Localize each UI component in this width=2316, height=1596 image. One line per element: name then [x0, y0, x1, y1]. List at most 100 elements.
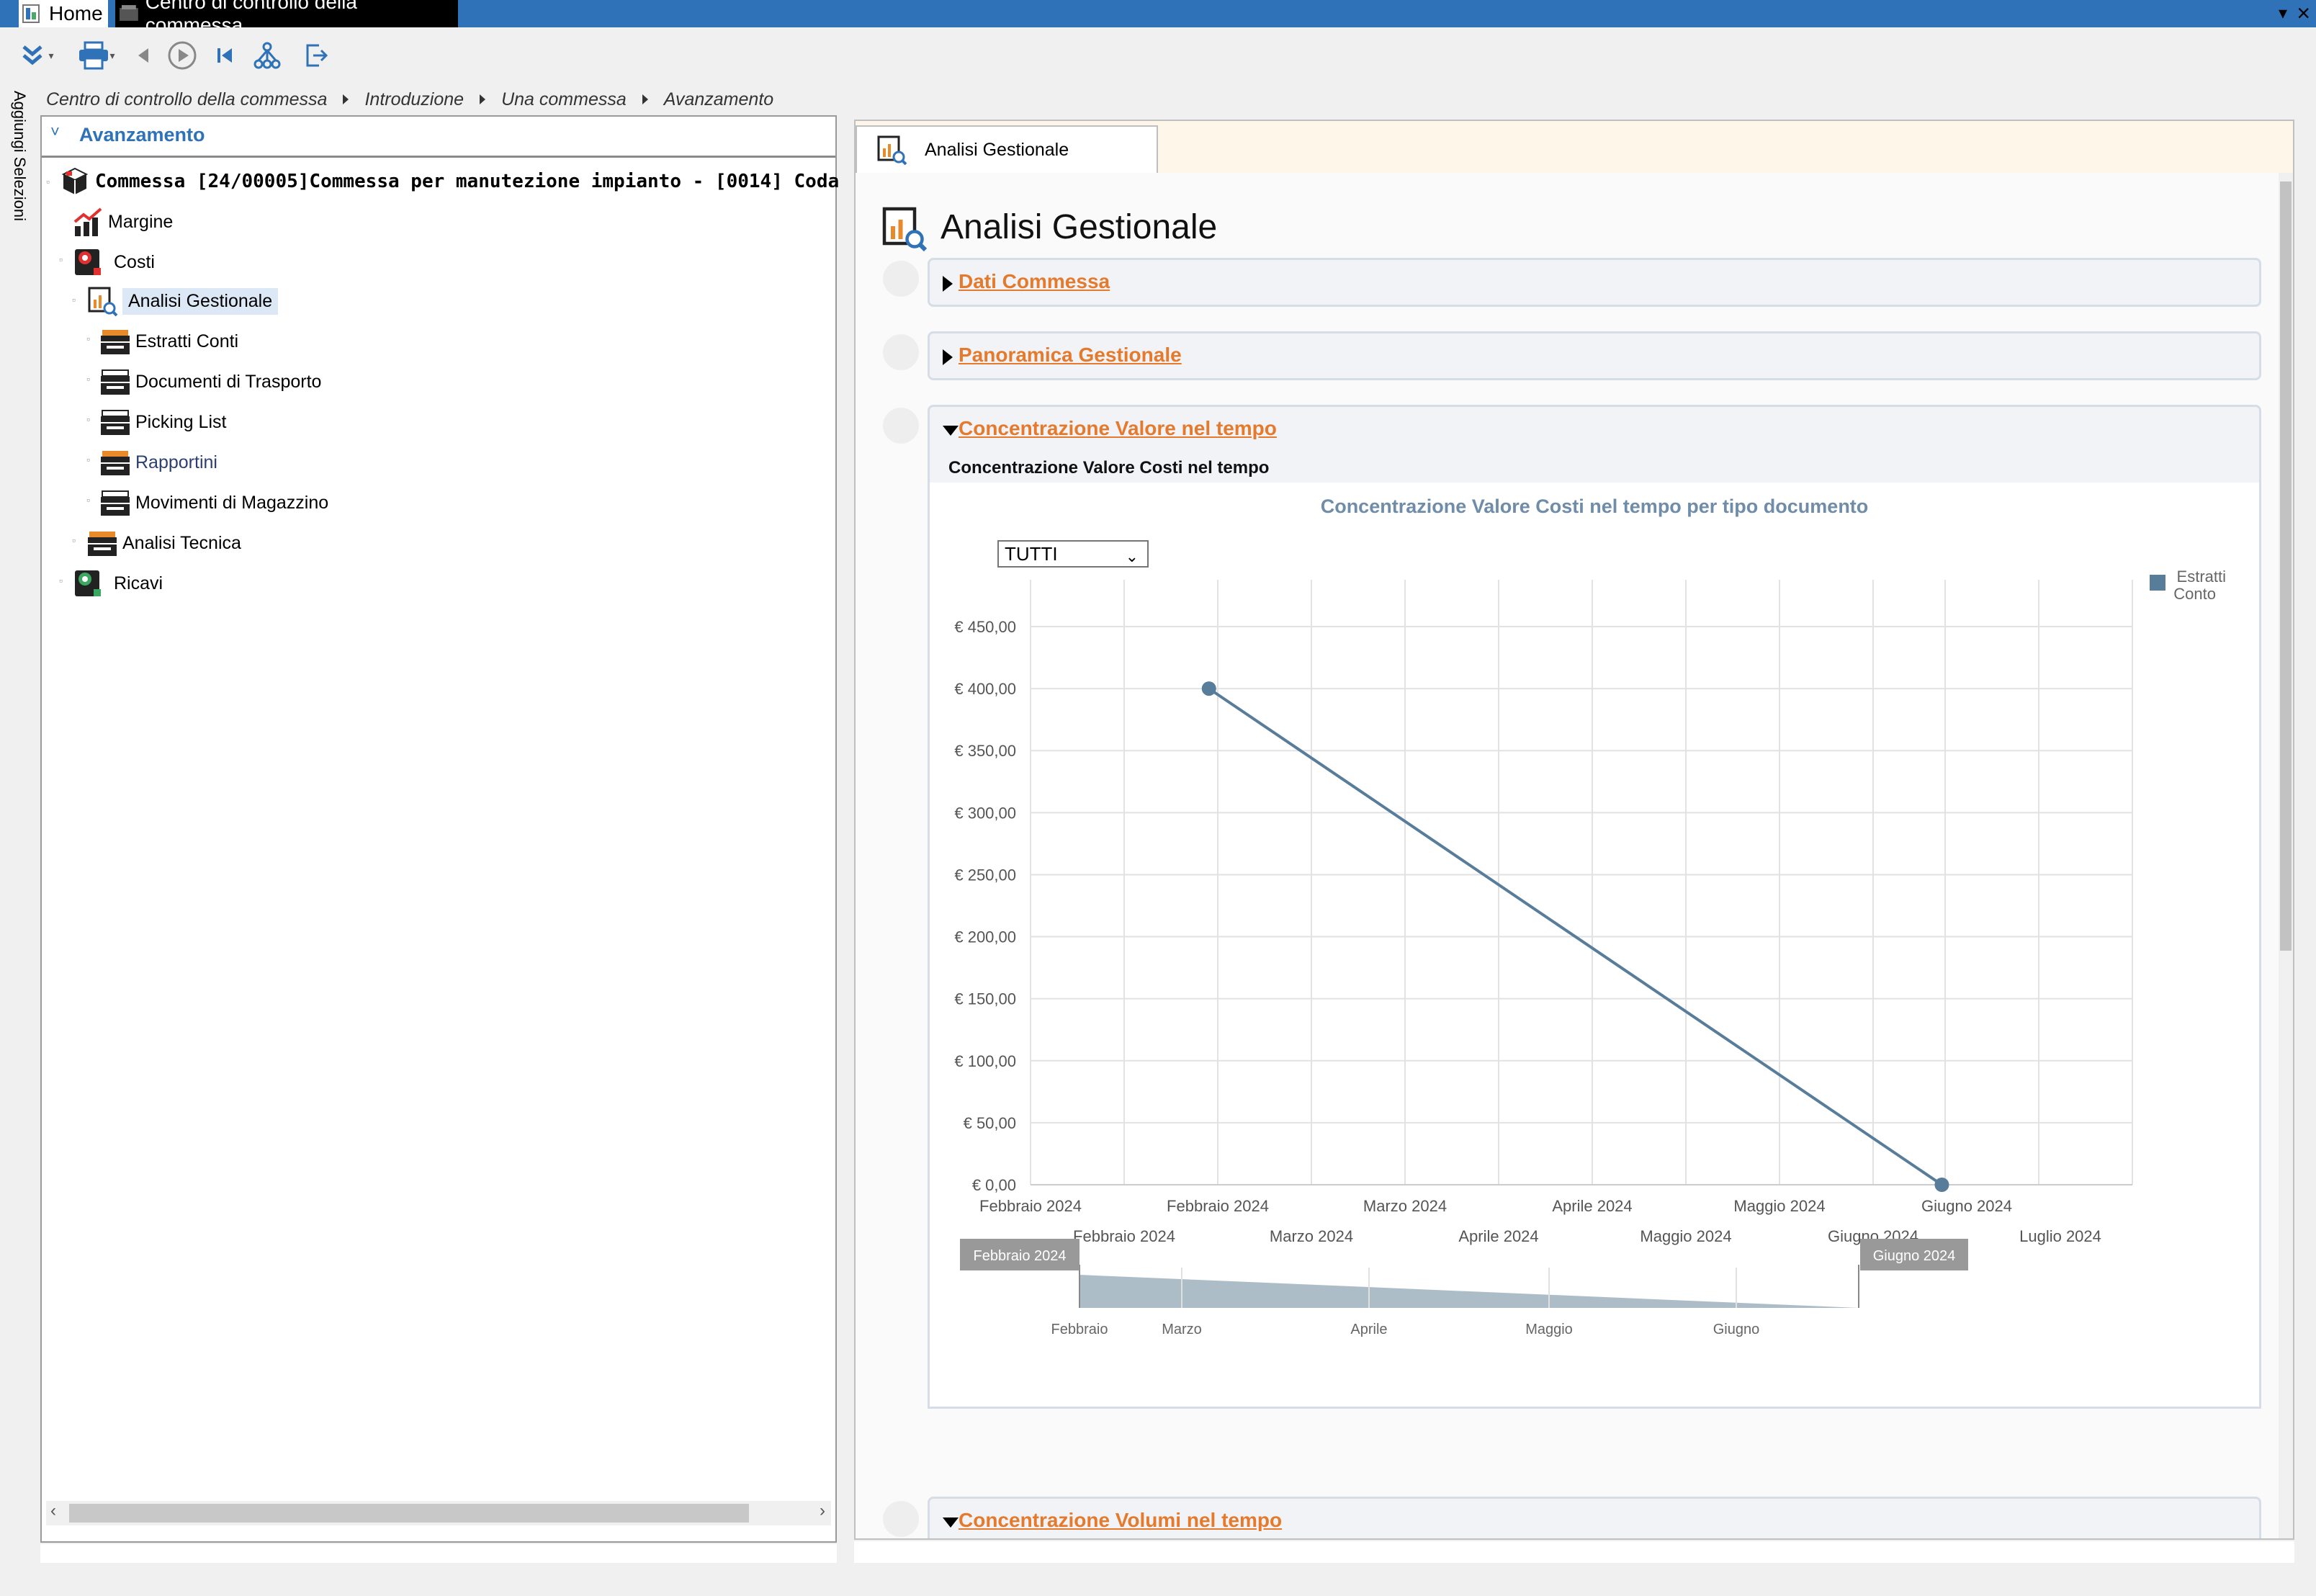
tree-item-estratti-conti[interactable]: Estratti Conti	[99, 323, 238, 360]
tree-item-picking-list[interactable]: Picking List	[99, 403, 226, 441]
play-button[interactable]	[163, 37, 202, 73]
first-button[interactable]	[209, 37, 241, 73]
exit-button[interactable]	[298, 37, 334, 73]
x-axis-tick-label: Febbraio 2024	[1073, 1227, 1175, 1245]
expand-triangle-icon[interactable]	[943, 276, 953, 292]
costs-register-icon	[75, 249, 101, 275]
tree-panel-header[interactable]: ˅ Avanzamento	[42, 117, 835, 158]
toolbar: ▾ ▾	[0, 27, 2316, 84]
collapse-triangle-icon[interactable]	[943, 1517, 959, 1528]
content-tabbar: Analisi Gestionale	[856, 121, 2293, 174]
y-axis-tick-label: € 0,00	[972, 1176, 1016, 1194]
data-point	[1934, 1178, 1949, 1192]
x-axis-tick-label: Maggio 2024	[1733, 1197, 1825, 1215]
y-axis-tick-label: € 300,00	[954, 804, 1016, 822]
breadcrumb-item[interactable]: Introduzione	[364, 89, 464, 110]
y-axis-tick-label: € 150,00	[954, 990, 1016, 1008]
tree-item-rapportini[interactable]: Rapportini	[99, 444, 217, 481]
chevron-down-icon[interactable]: ˅	[50, 122, 60, 141]
left-panel-footer	[40, 1544, 837, 1563]
tree-expander-icon[interactable]: ▫	[86, 333, 90, 344]
x-axis-tick-label: Febbraio 2024	[979, 1197, 1082, 1215]
tree-root-commessa[interactable]: Commessa [24/00005]Commessa per manutezi…	[59, 163, 839, 200]
tree-expander-icon[interactable]: ▫	[86, 494, 90, 506]
breadcrumb-separator-icon	[480, 94, 486, 104]
breadcrumb-item[interactable]: Avanzamento	[664, 89, 773, 110]
breadcrumb-item[interactable]: Una commessa	[501, 89, 627, 110]
breadcrumb: Centro di controllo della commessa Intro…	[46, 85, 773, 114]
tree-expander-icon[interactable]: ▫	[46, 176, 50, 187]
tree-item-label: Analisi Tecnica	[122, 532, 241, 553]
legend-label: Conto	[2173, 585, 2216, 603]
section-panoramica-gestionale[interactable]: Panoramica Gestionale	[928, 331, 2261, 380]
chevron-down-icon[interactable]: ▾	[2279, 3, 2287, 24]
tree-item-analisi-gestionale[interactable]: Analisi Gestionale	[86, 282, 279, 320]
scrollbar-thumb[interactable]	[2280, 181, 2292, 951]
tab-home[interactable]: Home	[19, 0, 108, 27]
section-concentrazione-volumi[interactable]: Concentrazione Volumi nel tempo	[928, 1497, 2261, 1538]
tree-expander-icon[interactable]: ▫	[59, 254, 63, 265]
navigator-tick-label: Febbraio	[1051, 1322, 1108, 1337]
side-tab[interactable]: Aggiungi Selezioni	[0, 86, 39, 1491]
section-title[interactable]: Concentrazione Valore nel tempo	[959, 417, 1277, 440]
tree-expander-icon[interactable]: ▫	[86, 373, 90, 385]
tree-item-costi[interactable]: Costi	[72, 243, 155, 281]
tree-item-label: Movimenti di Magazzino	[135, 492, 329, 513]
breadcrumb-item[interactable]: Centro di controllo della commessa	[46, 89, 327, 110]
scroll-right-icon[interactable]: ›	[820, 1501, 825, 1521]
y-axis-tick-label: € 350,00	[954, 742, 1016, 760]
line-chart: € 0,00 € 50,00 € 100,00 € 150,00 € 200,00 € 2…	[954, 568, 2226, 1337]
expand-menu-button[interactable]: ▾	[12, 37, 62, 73]
tab-analisi-gestionale[interactable]: Analisi Gestionale	[856, 125, 1158, 173]
navigator-area	[1080, 1275, 1859, 1308]
section-title[interactable]: Panoramica Gestionale	[959, 344, 1182, 367]
section-status-icon	[883, 261, 919, 297]
section-status-icon	[883, 334, 919, 370]
hierarchy-button[interactable]	[249, 37, 285, 73]
printer-icon	[79, 41, 109, 70]
tab-control-center[interactable]: Centro di controllo della commessa	[115, 0, 458, 36]
revenue-register-icon	[75, 570, 101, 596]
horizontal-scrollbar[interactable]: ‹ ›	[46, 1501, 831, 1525]
navigator-end-label: Giugno 2024	[1873, 1248, 1956, 1264]
tree-item-movimenti-magazzino[interactable]: Movimenti di Magazzino	[99, 484, 328, 521]
home-app-icon	[22, 4, 40, 23]
section-dati-commessa[interactable]: Dati Commessa	[928, 258, 2261, 307]
tree-item-label: Rapportini	[135, 452, 217, 472]
x-axis-tick-label: Aprile 2024	[1552, 1197, 1632, 1215]
tree-expander-icon[interactable]: ▫	[86, 454, 90, 465]
tree-expander-icon[interactable]: ▫	[72, 534, 76, 546]
tree-expander-icon[interactable]: ▫	[72, 294, 76, 305]
document-tray-icon	[101, 451, 130, 475]
section-status-icon	[883, 408, 919, 444]
skip-start-icon	[217, 48, 232, 63]
vertical-scrollbar[interactable]	[2279, 173, 2293, 1538]
tree-expander-icon[interactable]: ▫	[59, 575, 63, 586]
section-concentrazione-valore[interactable]: Concentrazione Valore nel tempo	[928, 405, 2261, 454]
analysis-magnifier-icon	[882, 207, 928, 252]
back-button[interactable]	[128, 37, 157, 73]
document-tray-icon	[101, 410, 130, 435]
navigator-tick-label: Aprile	[1350, 1322, 1387, 1337]
breadcrumb-separator-icon	[343, 94, 349, 104]
tree-item-documenti-trasporto[interactable]: Documenti di Trasporto	[99, 363, 321, 400]
section-title[interactable]: Concentrazione Volumi nel tempo	[959, 1509, 1282, 1532]
y-axis-tick-label: € 400,00	[954, 680, 1016, 698]
tree-item-analisi-tecnica[interactable]: Analisi Tecnica	[86, 524, 241, 562]
scroll-left-icon[interactable]: ‹	[50, 1501, 56, 1521]
control-center-icon	[119, 5, 138, 21]
tree-item-label: Ricavi	[114, 573, 163, 593]
section-title[interactable]: Dati Commessa	[959, 270, 1110, 293]
x-axis-tick-label: Luglio 2024	[2019, 1227, 2101, 1245]
collapse-triangle-icon[interactable]	[943, 426, 959, 436]
tree-item-ricavi[interactable]: Ricavi	[72, 565, 163, 602]
tree-item-label-selected: Analisi Gestionale	[122, 287, 279, 315]
close-icon[interactable]: ×	[2297, 0, 2310, 27]
tree-item-margine[interactable]: Margine	[72, 203, 173, 241]
tree-expander-icon[interactable]: ▫	[86, 413, 90, 425]
scrollbar-thumb[interactable]	[69, 1504, 749, 1523]
print-button[interactable]: ▾	[71, 37, 122, 73]
legend-label: Estratti	[2177, 568, 2226, 586]
expand-triangle-icon[interactable]	[943, 349, 953, 365]
cube-icon	[61, 167, 89, 194]
